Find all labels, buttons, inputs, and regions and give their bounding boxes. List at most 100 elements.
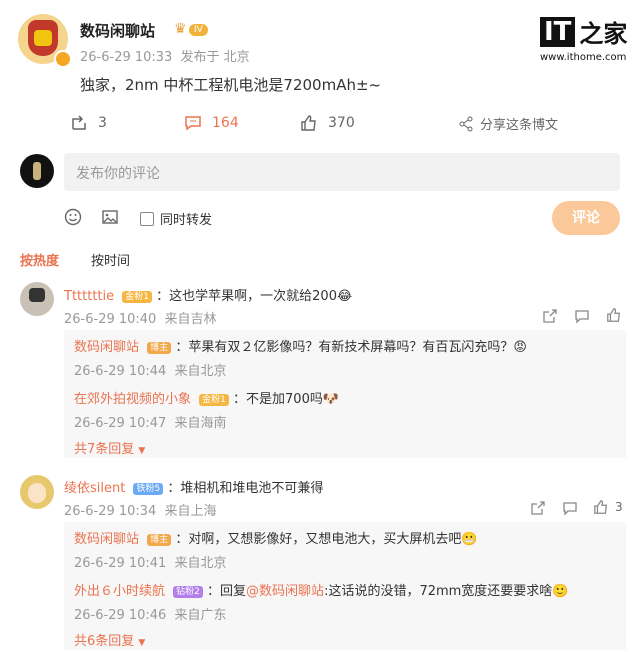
smiley-icon — [64, 208, 82, 226]
blogger-badge: 博主 — [147, 533, 172, 546]
comment-avatar[interactable] — [20, 475, 54, 509]
comment-line: Tttttttie 金粉1 ：这也学苹果啊，一次就给200😂 — [64, 285, 352, 304]
reply-time: 26-6-29 10:47 — [74, 416, 167, 431]
crown-icon: ♛ — [174, 21, 187, 37]
diamond-fan-badge: 钻粉2 — [173, 585, 203, 598]
comment-text: ：这也学苹果啊，一次就给200 — [156, 289, 337, 304]
image-icon — [102, 210, 118, 224]
reply-from: 来自北京 — [174, 364, 227, 379]
tab-hot[interactable]: 按热度 — [20, 250, 59, 269]
comment-input[interactable]: 发布你的评论 — [64, 153, 620, 191]
reply-emoji: 🙂 — [552, 584, 569, 599]
comment-time: 26-6-29 10:34 — [64, 504, 157, 519]
reply-line: 数码闲聊站 博主 ：对啊，又想影像好，又想电池大，买大屏机去吧😬 — [74, 528, 478, 547]
share-out-icon — [543, 309, 557, 323]
comment-button[interactable]: 164 — [184, 114, 239, 132]
verified-icon — [54, 50, 72, 68]
reply-emoji: 😬 — [461, 532, 478, 547]
post-meta: 26-6-29 10:33 发布于 北京 — [80, 46, 250, 65]
comment-author[interactable]: 绫依silent — [64, 481, 125, 496]
comment-like-button[interactable]: 3 — [593, 499, 623, 515]
level-badge: IV — [189, 24, 208, 36]
reply-block: 数码闲聊站 博主 ：苹果有双２亿影像吗？有新技术屏幕吗？有百瓦闪充吗？😡 26-… — [64, 330, 626, 458]
reply-prefix: ：回复 — [207, 584, 247, 599]
comment-meta: 26-6-29 10:34 来自上海 — [64, 500, 217, 519]
fan-badge: 铁粉5 — [133, 482, 164, 495]
comment-placeholder: 发布你的评论 — [76, 166, 160, 182]
emoji-button[interactable] — [64, 208, 82, 230]
share-out-icon — [531, 501, 545, 515]
like-button[interactable]: 370 — [300, 114, 355, 132]
reply-from: 来自海南 — [174, 416, 227, 431]
comment-icon — [563, 502, 577, 516]
post-text: 独家，2nm 中杯工程机电池是7200mAh±~ — [80, 76, 382, 94]
repost-button[interactable]: 3 — [70, 114, 107, 132]
reply-line: 外出６小时续航 钻粉2 ：回复@数码闲聊站:这话说的没错，72mm宽度还要要求啥… — [74, 580, 569, 599]
reply-emoji: 🐶 — [322, 392, 340, 407]
comment-like-count: 3 — [615, 500, 623, 514]
more-replies-link[interactable]: 共7条回复 ▼ — [74, 438, 145, 457]
more-replies-link[interactable]: 共6条回复 ▼ — [74, 630, 145, 649]
reply-line: 数码闲聊站 博主 ：苹果有双２亿影像吗？有新技术屏幕吗？有百瓦闪充吗？😡 — [74, 336, 527, 355]
reply-author[interactable]: 外出６小时续航 — [74, 584, 165, 599]
reply-line: 在郊外拍视频的小象 金粉1 ：不是加700吗🐶 — [74, 388, 339, 407]
comment-avatar[interactable] — [20, 282, 54, 316]
share-label: 分享这条博文 — [480, 118, 559, 133]
blogger-badge: 博主 — [147, 341, 172, 354]
fan-badge: 金粉1 — [199, 393, 229, 406]
reply-meta: 26-6-29 10:44 来自北京 — [74, 360, 227, 379]
comment-share-button[interactable] — [542, 308, 558, 328]
post-time: 26-6-29 10:33 — [80, 50, 173, 65]
reply-author[interactable]: 数码闲聊站 — [74, 532, 139, 547]
reply-from: 来自广东 — [174, 608, 227, 623]
reply-block: 数码闲聊站 博主 ：对啊，又想影像好，又想电池大，买大屏机去吧😬 26-6-29… — [64, 522, 626, 650]
tab-time[interactable]: 按时间 — [91, 250, 130, 269]
comment-reply-button[interactable] — [562, 500, 578, 520]
reply-time: 26-6-29 10:46 — [74, 608, 167, 623]
more-replies-label: 共7条回复 — [74, 442, 135, 457]
reply-time: 26-6-29 10:41 — [74, 556, 167, 571]
like-count: 370 — [328, 115, 355, 131]
repost-icon — [72, 115, 86, 130]
repost-checkbox-label: 同时转发 — [160, 213, 213, 228]
comment-author[interactable]: Tttttttie — [64, 289, 114, 304]
comment-from: 来自吉林 — [164, 312, 217, 327]
thumbs-up-icon — [594, 500, 608, 514]
logo-mark2: 之家 — [579, 20, 628, 48]
comment-text: ：堆相机和堆电池不可兼得 — [167, 481, 324, 496]
comment-reply-button[interactable] — [574, 308, 590, 328]
comment-from: 来自上海 — [164, 504, 217, 519]
share-icon — [459, 116, 473, 131]
reply-emoji: 😡 — [513, 340, 527, 355]
reply-author[interactable]: 在郊外拍视频的小象 — [74, 392, 191, 407]
thumbs-up-icon — [301, 115, 316, 131]
share-button[interactable]: 分享这条博文 — [458, 114, 558, 133]
post-author-name[interactable]: 数码闲聊站 — [80, 20, 155, 41]
repost-checkbox[interactable] — [140, 211, 154, 226]
reply-meta: 26-6-29 10:46 来自广东 — [74, 604, 227, 623]
chevron-down-icon: ▼ — [138, 446, 146, 456]
reply-time: 26-6-29 10:44 — [74, 364, 167, 379]
logo-mark: IT — [540, 16, 576, 47]
comment-like-button[interactable] — [606, 307, 622, 327]
reply-text: ：对啊，又想影像好，又想电池大，买大屏机去吧 — [175, 532, 462, 547]
comment-share-button[interactable] — [530, 500, 546, 520]
reply-text: :这话说的没错，72mm宽度还要要求啥 — [324, 584, 553, 599]
image-button[interactable] — [101, 208, 119, 230]
reply-meta: 26-6-29 10:41 来自北京 — [74, 552, 227, 571]
reply-from: 来自北京 — [174, 556, 227, 571]
comment-icon — [575, 310, 589, 324]
repost-checkbox-row[interactable]: 同时转发 — [140, 209, 212, 228]
fan-badge: 金粉1 — [122, 290, 153, 303]
reply-meta: 26-6-29 10:47 来自海南 — [74, 412, 227, 431]
post-location: 发布于 北京 — [180, 50, 250, 65]
mention-link[interactable]: @数码闲聊站 — [246, 584, 324, 599]
my-avatar[interactable] — [20, 154, 54, 188]
submit-comment-button[interactable]: 评论 — [552, 201, 620, 235]
comment-meta: 26-6-29 10:40 来自吉林 — [64, 308, 217, 327]
comment-icon — [185, 116, 201, 131]
comment-count: 164 — [212, 115, 239, 131]
comment-emoji: 😂 — [336, 289, 353, 304]
comment-time: 26-6-29 10:40 — [64, 312, 157, 327]
reply-author[interactable]: 数码闲聊站 — [74, 340, 139, 355]
